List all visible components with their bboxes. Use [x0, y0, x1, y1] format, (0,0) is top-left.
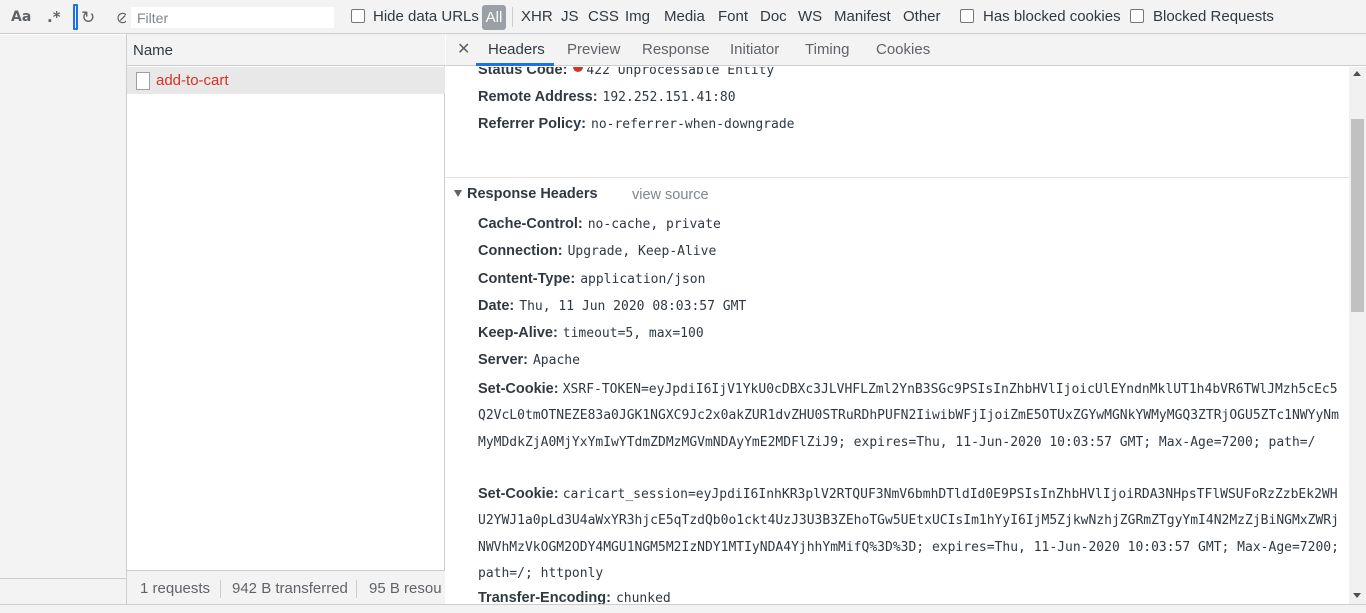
response-header-row: Set-Cookie: XSRF-TOKEN=eyJpdiI6IjV1YkU0c… [478, 376, 1344, 456]
pane-divider [0, 578, 126, 579]
detail-tabs: ✕ Headers Preview Response Initiator Tim… [446, 34, 1366, 66]
header-value: timeout=5, max=100 [562, 326, 704, 341]
header-key: Server: [478, 352, 528, 368]
header-value: no-cache, private [587, 217, 721, 232]
header-key: Set-Cookie: [478, 486, 559, 502]
request-name[interactable]: add-to-cart [156, 72, 229, 89]
refresh-icon[interactable]: ↻ [81, 8, 95, 28]
header-value: chunked [615, 591, 671, 604]
tab-cookies[interactable]: Cookies [876, 41, 930, 58]
type-filter-manifest[interactable]: Manifest [834, 8, 891, 25]
hide-data-urls-label: Hide data URLs [373, 8, 479, 25]
response-header-row: Cache-Control: no-cache, private [478, 216, 721, 232]
name-column-label: Name [133, 42, 174, 59]
response-header-row: Keep-Alive: timeout=5, max=100 [478, 325, 704, 341]
header-key: Status Code: [478, 67, 568, 78]
request-detail-panel: ✕ Headers Preview Response Initiator Tim… [446, 34, 1366, 604]
text-cursor [73, 4, 78, 30]
header-key: Remote Address: [478, 89, 598, 105]
header-key: Cache-Control: [478, 216, 583, 232]
transferred-size: 942 B transferred [232, 580, 348, 597]
tab-timing[interactable]: Timing [805, 41, 849, 58]
has-blocked-cookies-label: Has blocked cookies [983, 8, 1121, 25]
network-toolbar: Aa .* ↻ ⊘ Hide data URLs All XHR JS CSS … [0, 0, 1366, 34]
type-filter-css[interactable]: CSS [588, 8, 619, 25]
regex-button[interactable]: .* [47, 8, 61, 26]
header-value: 192.252.151.41:80 [602, 90, 736, 105]
header-value: no-referrer-when-downgrade [591, 117, 795, 132]
tab-response[interactable]: Response [642, 41, 710, 58]
response-header-row: Connection: Upgrade, Keep-Alive [478, 243, 716, 259]
blocked-requests-checkbox[interactable] [1130, 9, 1144, 23]
network-status-bar: 1 requests 942 B transferred 95 B resou [127, 570, 445, 604]
type-filter-all[interactable]: All [482, 5, 506, 30]
type-filter-doc[interactable]: Doc [760, 8, 787, 25]
header-value: 422 Unprocessable Entity [586, 67, 775, 78]
header-key: Keep-Alive: [478, 325, 558, 341]
header-key: Date: [478, 298, 515, 314]
header-value: caricart_session=eyJpdiI6InhKR3plV2RTQUF… [478, 487, 1339, 581]
vertical-scrollbar[interactable] [1349, 67, 1366, 604]
hide-data-urls-checkbox[interactable] [351, 9, 365, 23]
view-source-link[interactable]: view source [632, 187, 709, 203]
section-divider [446, 177, 1349, 178]
header-key: Connection: [478, 243, 563, 259]
type-filter-media[interactable]: Media [664, 8, 705, 25]
triangle-down-icon [454, 190, 462, 197]
response-header-row: Set-Cookie: caricart_session=eyJpdiI6Inh… [478, 481, 1344, 587]
request-row[interactable]: add-to-cart [127, 67, 445, 94]
header-key: Transfer-Encoding: [478, 590, 611, 604]
tab-headers[interactable]: Headers [488, 41, 545, 58]
search-controls: Aa .* ↻ ⊘ [0, 0, 126, 34]
close-icon[interactable]: ✕ [457, 39, 470, 58]
header-key: Content-Type: [478, 271, 576, 287]
response-header-row: Content-Type: application/json [478, 271, 705, 287]
response-header-row: Server: Apache [478, 352, 580, 368]
clear-icon[interactable]: ⊘ [116, 8, 126, 27]
header-value: Apache [532, 353, 580, 368]
response-header-row: Transfer-Encoding: chunked [478, 590, 671, 604]
bottom-edge [0, 604, 1366, 613]
file-icon [136, 72, 150, 90]
response-headers-title: Response Headers [467, 186, 598, 202]
header-key: Referrer Policy: [478, 116, 586, 132]
header-value: Thu, 11 Jun 2020 08:03:57 GMT [519, 299, 747, 314]
response-header-row: Date: Thu, 11 Jun 2020 08:03:57 GMT [478, 298, 746, 314]
type-filter-img[interactable]: Img [625, 8, 650, 25]
overview-pane [0, 35, 126, 605]
has-blocked-cookies-checkbox[interactable] [960, 9, 974, 23]
tab-preview[interactable]: Preview [567, 41, 620, 58]
type-divider [512, 7, 513, 27]
request-list: Name add-to-cart 1 requests 942 B transf… [126, 34, 445, 604]
status-divider [356, 580, 357, 598]
resources-size: 95 B resou [369, 580, 442, 597]
response-headers-toggle[interactable]: Response Headers [454, 186, 598, 202]
type-filter-other[interactable]: Other [903, 8, 941, 25]
status-error-dot-icon [573, 67, 584, 72]
tab-initiator[interactable]: Initiator [730, 41, 779, 58]
name-column-header[interactable]: Name [127, 34, 445, 66]
status-divider [220, 580, 221, 598]
general-row-status: Status Code: 422 Unprocessable Entity [478, 67, 774, 78]
headers-content: Status Code: 422 Unprocessable Entity Rem… [446, 67, 1349, 604]
match-case-button[interactable]: Aa [11, 9, 31, 25]
scroll-up-icon[interactable] [1353, 71, 1361, 76]
general-row-remote-address: Remote Address: 192.252.151.41:80 [478, 89, 736, 105]
header-value: application/json [580, 272, 706, 287]
type-filter-font[interactable]: Font [718, 8, 748, 25]
header-value: Upgrade, Keep-Alive [567, 244, 717, 259]
header-key: Set-Cookie: [478, 381, 559, 397]
active-tab-indicator [476, 63, 554, 66]
scrollbar-thumb[interactable] [1351, 119, 1364, 312]
header-value: XSRF-TOKEN=eyJpdiI6IjV1YkU0cDBXc3JLVHFLZ… [478, 382, 1339, 450]
request-count: 1 requests [140, 580, 211, 597]
general-row-referrer-policy: Referrer Policy: no-referrer-when-downgra… [478, 116, 795, 132]
type-filter-xhr[interactable]: XHR [521, 8, 553, 25]
scroll-down-icon[interactable] [1353, 593, 1361, 598]
filter-input[interactable] [130, 6, 335, 29]
type-filter-js[interactable]: JS [561, 8, 579, 25]
blocked-requests-label: Blocked Requests [1153, 8, 1274, 25]
type-filter-ws[interactable]: WS [798, 8, 822, 25]
